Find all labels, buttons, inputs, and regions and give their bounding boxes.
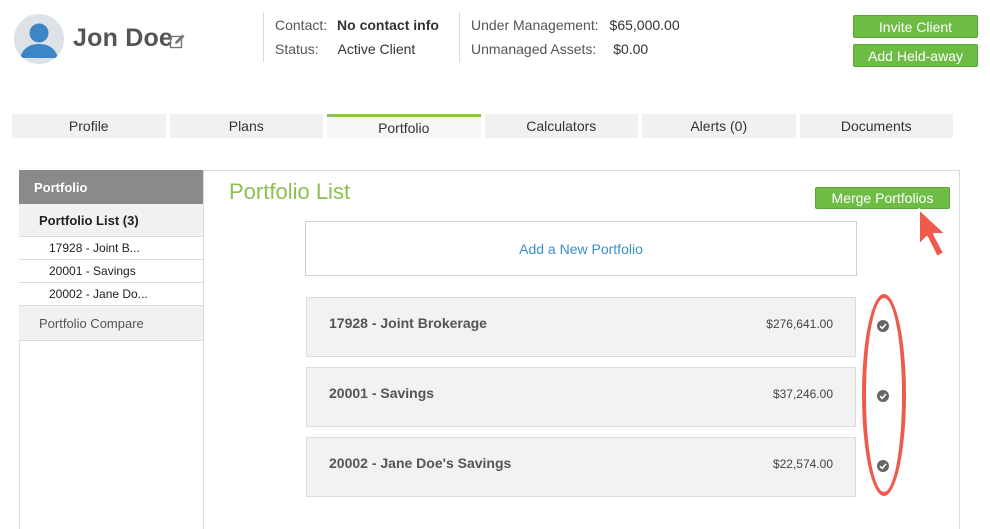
tab-alerts[interactable]: Alerts (0) <box>642 114 796 138</box>
client-avatar-icon <box>14 14 64 64</box>
tab-profile[interactable]: Profile <box>12 114 166 138</box>
status-value: Active Client <box>337 41 416 57</box>
check-circle-icon[interactable] <box>877 320 889 332</box>
add-new-portfolio-button[interactable]: Add a New Portfolio <box>305 221 857 276</box>
under-management-label: Under Management: <box>471 17 599 33</box>
tab-documents[interactable]: Documents <box>799 114 953 138</box>
status-label: Status: <box>275 41 319 57</box>
portfolio-row[interactable]: 17928 - Joint Brokerage $276,641.00 <box>306 297 856 357</box>
sidebar-subitem-portfolio[interactable]: 20001 - Savings <box>19 260 204 283</box>
unmanaged-assets-value: $0.00 <box>613 41 649 57</box>
portfolio-sidebar: Portfolio Portfolio List (3) 17928 - Joi… <box>19 170 204 341</box>
contact-info: Contact: No contact info <box>275 17 439 33</box>
portfolio-row[interactable]: 20002 - Jane Doe's Savings $22,574.00 <box>306 437 856 497</box>
tab-calculators[interactable]: Calculators <box>484 114 638 138</box>
add-held-away-button[interactable]: Add Held-away <box>853 44 978 67</box>
tab-portfolio[interactable]: Portfolio <box>327 114 481 138</box>
portfolio-value: $22,574.00 <box>772 457 833 471</box>
contact-label: Contact: <box>275 17 328 33</box>
portfolio-row[interactable]: 20001 - Savings $37,246.00 <box>306 367 856 427</box>
status-info: Status: Active Client <box>275 41 415 57</box>
sidebar-subitem-portfolio[interactable]: 17928 - Joint B... <box>19 237 204 260</box>
under-management-value: $65,000.00 <box>609 17 680 33</box>
sidebar-divider <box>203 170 204 529</box>
edit-icon[interactable] <box>169 33 186 50</box>
header-divider <box>459 12 460 62</box>
check-circle-icon[interactable] <box>877 390 889 402</box>
portfolio-value: $276,641.00 <box>766 317 833 331</box>
sidebar-item-portfolio-list[interactable]: Portfolio List (3) <box>19 204 204 237</box>
contact-value: No contact info <box>337 17 439 33</box>
main-tabs: Profile Plans Portfolio Calculators Aler… <box>12 114 953 138</box>
unmanaged-assets-label: Unmanaged Assets: <box>471 41 597 57</box>
sidebar-subitem-portfolio[interactable]: 20002 - Jane Do... <box>19 283 204 306</box>
unmanaged-assets-info: Unmanaged Assets: $0.00 <box>471 41 648 57</box>
sidebar-item-portfolio-compare[interactable]: Portfolio Compare <box>19 306 204 341</box>
portfolio-name: 20001 - Savings <box>329 385 435 401</box>
portfolio-value: $37,246.00 <box>772 387 833 401</box>
tab-plans[interactable]: Plans <box>169 114 323 138</box>
merge-portfolios-button[interactable]: Merge Portfolios <box>815 187 950 209</box>
client-name: Jon Doe <box>73 24 174 52</box>
header-divider <box>263 12 264 62</box>
portfolio-name: 17928 - Joint Brokerage <box>329 315 487 331</box>
check-circle-icon[interactable] <box>877 460 889 472</box>
under-management-info: Under Management: $65,000.00 <box>471 17 680 33</box>
invite-client-button[interactable]: Invite Client <box>853 15 978 38</box>
portfolio-name: 20002 - Jane Doe's Savings <box>329 455 512 471</box>
page-title: Portfolio List <box>229 179 351 204</box>
sidebar-header: Portfolio <box>19 170 204 204</box>
